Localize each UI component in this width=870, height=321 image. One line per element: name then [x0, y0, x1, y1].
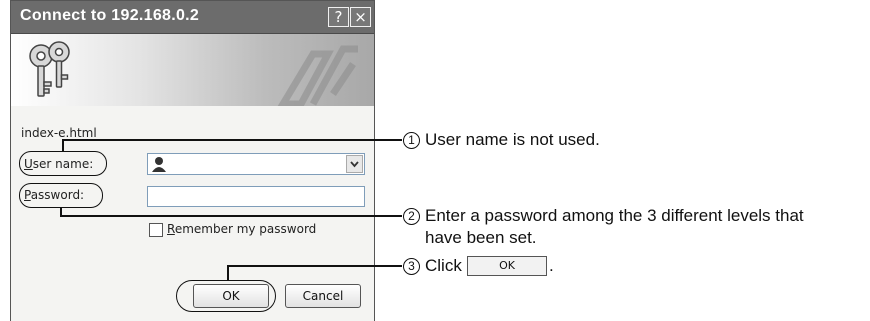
leader-2-horizontal	[60, 215, 402, 217]
keys-icon	[29, 41, 70, 97]
title-bar: Connect to 192.168.0.2 ? ×	[11, 1, 374, 34]
dialog-banner	[11, 34, 374, 106]
annotation-3: 3 Click	[403, 256, 462, 276]
dialog-title: Connect to 192.168.0.2	[20, 7, 200, 24]
help-icon: ?	[334, 8, 343, 26]
annotation-ok-button-image: OK	[467, 256, 547, 276]
password-input[interactable]	[147, 186, 365, 207]
close-button[interactable]: ×	[350, 7, 371, 27]
cancel-button[interactable]: Cancel	[285, 284, 361, 308]
annotation-2-text: Enter a password among the 3 different l…	[425, 206, 804, 225]
remember-checkbox[interactable]	[149, 223, 163, 237]
leader-3-horizontal	[227, 265, 402, 267]
help-button[interactable]: ?	[328, 7, 349, 27]
ok-callout-ring	[176, 280, 276, 312]
dropdown-button[interactable]	[346, 155, 363, 173]
annotation-1-number: 1	[403, 132, 420, 149]
chevron-down-icon	[350, 161, 359, 168]
annotation-1: 1 User name is not used.	[403, 130, 600, 150]
remember-label[interactable]: Remember my password	[167, 222, 316, 236]
annotation-1-text: User name is not used.	[425, 130, 600, 149]
annotation-2-line2: have been set.	[425, 228, 537, 247]
user-icon	[152, 157, 166, 172]
username-callout-ring	[19, 151, 107, 176]
leader-3-vertical	[227, 265, 229, 281]
resource-name: index-e.html	[21, 126, 97, 140]
keys-watermark-icon	[277, 45, 358, 106]
username-combobox[interactable]	[147, 153, 365, 175]
password-callout-ring	[19, 183, 103, 208]
annotation-3-number: 3	[403, 258, 420, 275]
annotation-2: 2 Enter a password among the 3 different …	[403, 206, 804, 226]
annotation-2-number: 2	[403, 208, 420, 225]
leader-1-horizontal	[62, 139, 402, 141]
close-icon: ×	[354, 8, 367, 26]
annotation-3-text: Click	[425, 256, 462, 275]
annotation-3-suffix: .	[549, 256, 554, 275]
